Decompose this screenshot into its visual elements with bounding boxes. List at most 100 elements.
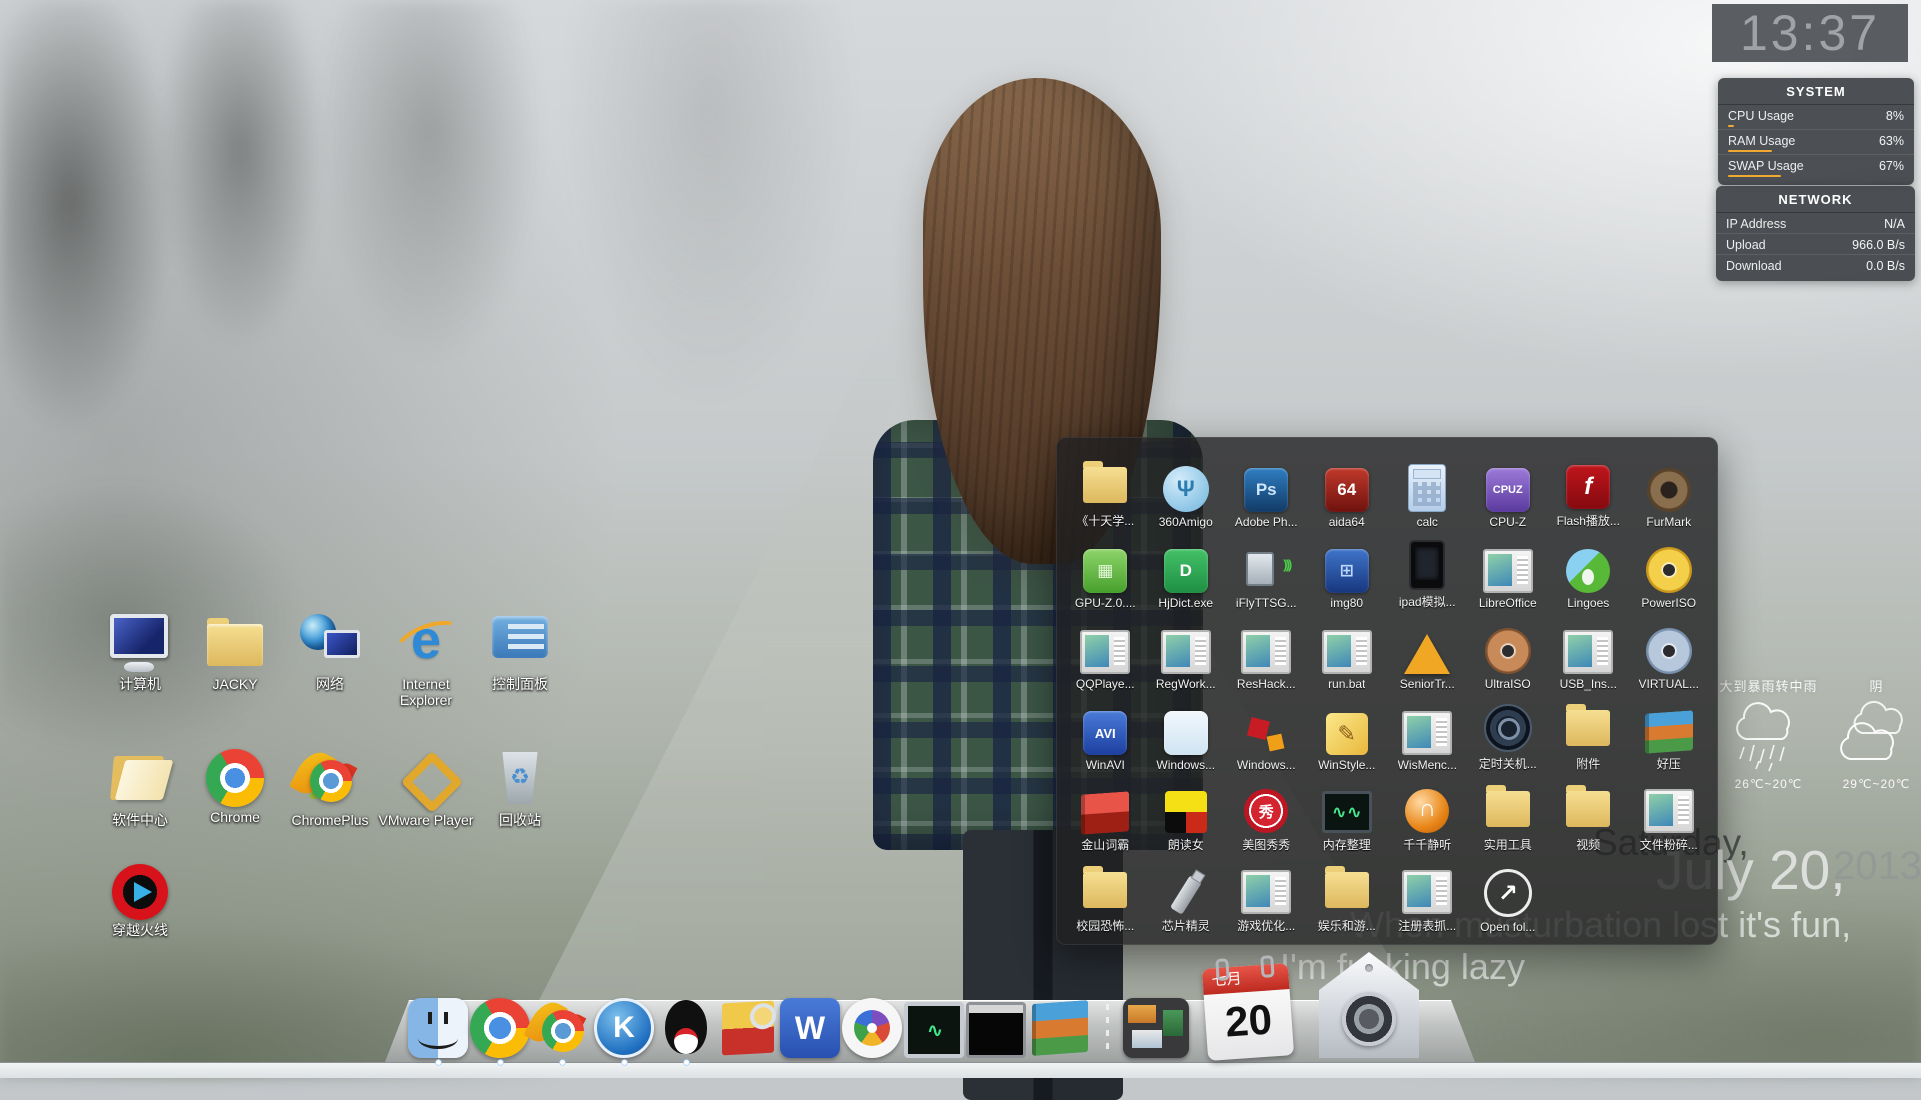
launcher-item[interactable]: 娱乐和游...: [1307, 853, 1388, 934]
launcher-item[interactable]: 好压: [1629, 691, 1710, 772]
desktop-icon-control-panel[interactable]: 控制面板: [470, 610, 570, 692]
launcher-item[interactable]: RegWork...: [1146, 610, 1227, 691]
launcher-item[interactable]: 秀美图秀秀: [1226, 772, 1307, 853]
dock-item-chromeplus[interactable]: [532, 998, 592, 1058]
system-widget-title: SYSTEM: [1718, 78, 1914, 105]
system-widget-rows: CPU Usage8%RAM Usage63%SWAP Usage67%: [1718, 105, 1914, 179]
desktop-icon-recycle-bin[interactable]: ♻回收站: [470, 746, 570, 828]
control-panel-icon: [488, 610, 552, 674]
folder-icon: [1080, 459, 1130, 509]
dial-icon: [1484, 704, 1532, 752]
launcher-item[interactable]: 视频: [1548, 772, 1629, 853]
launcher-item-label: 内存整理: [1323, 836, 1371, 853]
dock-item-wps-writer[interactable]: W: [780, 998, 840, 1058]
dock-item-safe[interactable]: [1319, 952, 1419, 1058]
launcher-item[interactable]: 朗读女: [1146, 772, 1227, 853]
launcher-item[interactable]: 附件: [1548, 691, 1629, 772]
desktop-icon-crossfire[interactable]: 穿越火线: [90, 860, 190, 938]
desktop-icon-jacky[interactable]: JACKY: [185, 610, 285, 692]
books-icon: [1645, 710, 1693, 753]
dock-item-winrar[interactable]: [1028, 998, 1092, 1058]
dock-item-dictionary[interactable]: [718, 998, 778, 1058]
launcher-item[interactable]: )))iFlyTTSG...: [1226, 529, 1307, 610]
square-icon: [1164, 711, 1208, 755]
launcher-item[interactable]: ✎WinStyle...: [1307, 691, 1388, 772]
launcher-item[interactable]: Windows...: [1146, 691, 1227, 772]
terminal-icon: [966, 1002, 1026, 1058]
icon-glyph: f: [1584, 473, 1592, 501]
launcher-item[interactable]: 64aida64: [1307, 448, 1388, 529]
launcher-item[interactable]: fFlash播放...: [1548, 448, 1629, 529]
desktop-icon-computer[interactable]: 计算机: [90, 610, 190, 692]
launcher-item-label: 注册表抓...: [1398, 917, 1456, 934]
dock-item-terminal[interactable]: [966, 997, 1026, 1058]
wps-writer-icon: W: [780, 998, 840, 1058]
widget-row: CPU Usage8%: [1718, 105, 1914, 129]
launcher-item[interactable]: CPUZCPU-Z: [1468, 448, 1549, 529]
launcher-item[interactable]: DHjDict.exe: [1146, 529, 1227, 610]
dock-item-finder[interactable]: [408, 998, 468, 1058]
launcher-item[interactable]: FurMark: [1629, 448, 1710, 529]
launcher-item[interactable]: WisMenc...: [1387, 691, 1468, 772]
launcher-item[interactable]: ▦GPU-Z.0....: [1065, 529, 1146, 610]
launcher-item[interactable]: ResHack...: [1226, 610, 1307, 691]
desktop-icon-network[interactable]: 网络: [280, 610, 380, 692]
launcher-item[interactable]: ↗Open fol...: [1468, 853, 1549, 934]
desktop-icon-chromeplus[interactable]: ChromePlus: [280, 746, 380, 828]
launcher-item[interactable]: VIRTUAL...: [1629, 610, 1710, 691]
launcher-item[interactable]: 《十天学...: [1065, 448, 1146, 529]
user-folder-icon: [203, 610, 267, 674]
launcher-item[interactable]: PsAdobe Ph...: [1226, 448, 1307, 529]
desktop-icon-vmware-player[interactable]: VMware Player: [376, 746, 476, 828]
square-icon: D: [1164, 549, 1208, 593]
launcher-item[interactable]: USB_Ins...: [1548, 610, 1629, 691]
launcher-item[interactable]: run.bat: [1307, 610, 1388, 691]
icon-glyph: ))): [1283, 557, 1290, 572]
launcher-item[interactable]: calc: [1387, 448, 1468, 529]
launcher-item[interactable]: Lingoes: [1548, 529, 1629, 610]
launcher-item-label: PowerISO: [1641, 596, 1696, 610]
launcher-item[interactable]: AVIWinAVI: [1065, 691, 1146, 772]
launcher-item[interactable]: LibreOffice: [1468, 529, 1549, 610]
launcher-item[interactable]: Ψ360Amigo: [1146, 448, 1227, 529]
seal-icon: 秀: [1244, 789, 1288, 833]
launcher-item[interactable]: 校园恐怖...: [1065, 853, 1146, 934]
launcher-item-label: 定时关机...: [1479, 755, 1537, 772]
launcher-item[interactable]: UltraISO: [1468, 610, 1549, 691]
launcher-item[interactable]: 芯片精灵: [1146, 853, 1227, 934]
dock-item-chrome[interactable]: [470, 998, 530, 1058]
desktop-icon-software-center[interactable]: 软件中心: [90, 746, 190, 828]
launcher-item[interactable]: 金山词霸: [1065, 772, 1146, 853]
widget-row: Upload966.0 B/s: [1716, 233, 1915, 254]
launcher-item[interactable]: 实用工具: [1468, 772, 1549, 853]
launcher-item[interactable]: 注册表抓...: [1387, 853, 1468, 934]
launcher-item-label: SeniorTr...: [1400, 677, 1455, 691]
folder-icon: [1563, 783, 1613, 833]
launcher-item[interactable]: ∩千千静听: [1387, 772, 1468, 853]
launcher-item[interactable]: ipad模拟...: [1387, 529, 1468, 610]
dock-item-widgets[interactable]: [1123, 998, 1189, 1058]
square-icon: AVI: [1083, 711, 1127, 755]
launcher-item[interactable]: SeniorTr...: [1387, 610, 1468, 691]
launcher-item[interactable]: Windows...: [1226, 691, 1307, 772]
desktop-icon-ie[interactable]: eInternet Explorer: [376, 610, 476, 708]
launcher-item[interactable]: 游戏优化...: [1226, 853, 1307, 934]
launcher-item-label: 千千静听: [1403, 836, 1451, 853]
launcher-item[interactable]: QQPlaye...: [1065, 610, 1146, 691]
launcher-item[interactable]: 文件粉碎...: [1629, 772, 1710, 853]
note-icon: ✎: [1326, 713, 1368, 755]
launcher-item-label: USB_Ins...: [1560, 677, 1617, 691]
launcher-item[interactable]: ∿∿内存整理: [1307, 772, 1388, 853]
desktop-icon-chrome[interactable]: Chrome: [185, 746, 285, 825]
dock-item-qq[interactable]: [656, 998, 716, 1058]
launcher-item[interactable]: PowerISO: [1629, 529, 1710, 610]
dock-item-system-monitor[interactable]: ∿: [904, 996, 964, 1058]
launcher-item[interactable]: ⊞img80: [1307, 529, 1388, 610]
dock-item-k-player[interactable]: K: [594, 998, 654, 1058]
desktop-icon-label: ChromePlus: [280, 812, 380, 828]
dock-item-calendar[interactable]: 七月20: [1202, 963, 1294, 1061]
launcher-item[interactable]: 定时关机...: [1468, 691, 1549, 772]
dock-item-picasa[interactable]: [842, 998, 902, 1058]
network-widget-rows: IP AddressN/AUpload966.0 B/sDownload0.0 …: [1716, 213, 1915, 275]
icon-glyph: AVI: [1095, 726, 1116, 741]
